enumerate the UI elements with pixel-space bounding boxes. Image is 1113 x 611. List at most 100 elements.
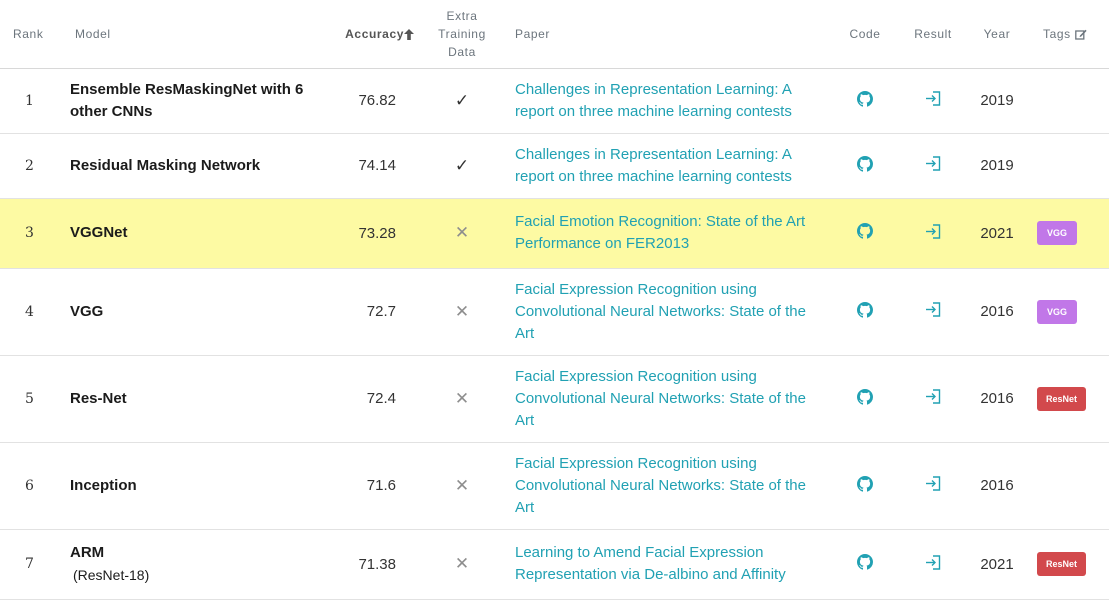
paper-link[interactable]: Facial Expression Recognition using Conv… <box>502 268 831 355</box>
accuracy-cell: 73.28 <box>358 224 396 242</box>
result-cell <box>899 442 967 529</box>
header-year[interactable]: Year <box>967 0 1027 69</box>
model-cell: VGGNet <box>60 198 332 268</box>
model-cell: ARM (ResNet-18) <box>60 529 332 599</box>
rank-cell: 3 <box>25 225 34 241</box>
extra-data-cell: ✕ <box>422 268 502 355</box>
result-link-icon[interactable] <box>925 156 941 175</box>
model-cell: VGG <box>60 268 332 355</box>
result-cell <box>899 133 967 198</box>
cross-icon: ✕ <box>454 388 470 408</box>
checkmark-icon: ✓ <box>454 155 470 175</box>
accuracy-cell: 72.4 <box>366 390 396 407</box>
model-name: ARM <box>70 544 105 561</box>
model-cell: Inception <box>60 442 332 529</box>
rank-cell: 7 <box>25 556 34 572</box>
table-row: 6 Inception 71.6 ✕ Facial Expression Recogni… <box>0 442 1109 529</box>
result-link-icon[interactable] <box>925 389 941 408</box>
header-paper[interactable]: Paper <box>502 0 831 69</box>
extra-data-cell: ✓ <box>422 68 502 133</box>
rank-cell: 6 <box>25 477 34 494</box>
header-rank[interactable]: Rank <box>0 0 60 69</box>
extra-data-cell: ✓ <box>422 133 502 198</box>
arrow-up-icon <box>404 29 414 41</box>
model-name: Residual Masking Network <box>70 156 261 174</box>
rank-cell: 5 <box>25 390 34 407</box>
header-model[interactable]: Model <box>60 0 332 69</box>
result-cell <box>899 355 967 442</box>
header-code[interactable]: Code <box>831 0 899 69</box>
model-cell: Residual Masking Network <box>60 133 332 198</box>
result-link-icon[interactable] <box>925 476 941 495</box>
result-link-icon[interactable] <box>925 91 941 110</box>
code-cell <box>831 268 899 355</box>
code-cell <box>831 133 899 198</box>
checkmark-icon: ✓ <box>454 90 470 110</box>
header-accuracy[interactable]: Accuracy <box>332 0 422 69</box>
accuracy-cell: 71.38 <box>358 555 396 573</box>
header-tags[interactable]: Tags <box>1027 0 1109 69</box>
tags-cell: VGG <box>1027 198 1109 268</box>
paper-link[interactable]: Facial Expression Recognition using Conv… <box>502 355 831 442</box>
github-icon[interactable] <box>857 554 873 574</box>
extra-data-cell: ✕ <box>422 355 502 442</box>
tags-cell: ResNet <box>1027 529 1109 599</box>
paper-link[interactable]: Facial Expression Recognition using Conv… <box>502 442 831 529</box>
accuracy-cell: 72.7 <box>366 303 396 320</box>
result-cell <box>899 198 967 268</box>
table-header: Rank Model Accuracy Extra Training Data … <box>0 0 1109 69</box>
extra-data-cell: ✕ <box>422 198 502 268</box>
code-cell <box>831 529 899 599</box>
tags-cell <box>1027 68 1109 133</box>
tag-resnet[interactable]: ResNet <box>1037 386 1087 411</box>
result-cell <box>899 529 967 599</box>
model-name: VGG <box>70 302 104 320</box>
header-result[interactable]: Result <box>899 0 967 69</box>
accuracy-cell: 74.14 <box>358 157 396 174</box>
model-cell: Res-Net <box>60 355 332 442</box>
extra-data-cell: ✕ <box>422 442 502 529</box>
header-extra-training-data[interactable]: Extra Training Data <box>422 0 502 69</box>
table-row: 7 ARM (ResNet-18) 71.38 ✕ Learning to Amend F… <box>0 529 1109 599</box>
tags-cell <box>1027 442 1109 529</box>
github-icon[interactable] <box>857 301 873 322</box>
paper-link[interactable]: Challenges in Representation Learning: A… <box>502 68 831 133</box>
cross-icon: ✕ <box>454 223 470 242</box>
table-row: 1 Ensemble ResMaskingNet with 6 other CNN… <box>0 68 1109 133</box>
cross-icon: ✕ <box>454 475 470 495</box>
result-link-icon[interactable] <box>925 554 941 574</box>
edit-icon[interactable] <box>1074 29 1087 40</box>
table-body: 1 Ensemble ResMaskingNet with 6 other CNN… <box>0 68 1109 599</box>
tags-cell <box>1027 133 1109 198</box>
paper-link[interactable]: Facial Emotion Recognition: State of the… <box>502 198 831 268</box>
github-icon[interactable] <box>857 388 873 409</box>
code-cell <box>831 68 899 133</box>
paper-link[interactable]: Challenges in Representation Learning: A… <box>502 133 831 198</box>
cross-icon: ✕ <box>454 301 470 321</box>
table-row: 2 Residual Masking Network 74.14 ✓ Challenge… <box>0 133 1109 198</box>
tag-resnet[interactable]: ResNet <box>1037 552 1087 576</box>
result-link-icon[interactable] <box>925 223 941 243</box>
github-icon[interactable] <box>857 155 873 176</box>
leaderboard-table: Rank Model Accuracy Extra Training Data … <box>0 0 1109 600</box>
tag-vgg[interactable]: VGG <box>1037 221 1077 245</box>
model-name: VGGNet <box>70 224 128 241</box>
accuracy-cell: 71.6 <box>366 477 396 494</box>
github-icon[interactable] <box>857 90 873 111</box>
model-name: Inception <box>70 476 137 494</box>
model-name: Ensemble ResMaskingNet with 6 other CNNs <box>70 80 304 120</box>
tags-cell: VGG <box>1027 268 1109 355</box>
paper-link[interactable]: Learning to Amend Facial Expression Repr… <box>502 529 831 599</box>
rank-cell: 2 <box>25 157 34 174</box>
github-icon[interactable] <box>857 475 873 496</box>
code-cell <box>831 442 899 529</box>
extra-data-cell: ✕ <box>422 529 502 599</box>
tag-vgg[interactable]: VGG <box>1037 299 1077 324</box>
year-cell: 2019 <box>980 92 1014 109</box>
cross-icon: ✕ <box>454 554 470 573</box>
github-icon[interactable] <box>857 223 873 243</box>
year-cell: 2016 <box>980 303 1014 320</box>
result-link-icon[interactable] <box>925 302 941 321</box>
code-cell <box>831 355 899 442</box>
year-cell: 2021 <box>980 555 1014 573</box>
